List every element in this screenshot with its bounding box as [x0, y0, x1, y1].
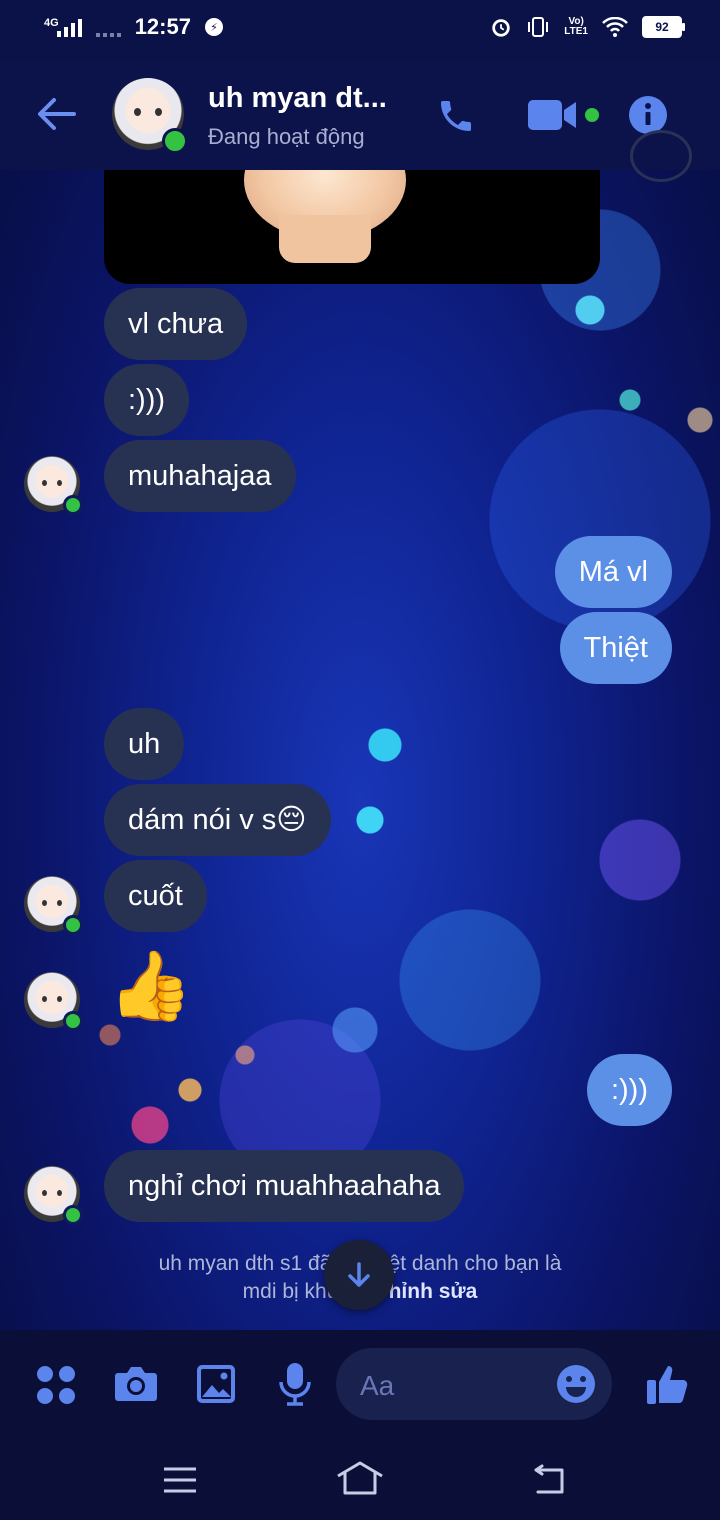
messenger-notification-icon: ⚡ — [204, 18, 223, 36]
home-icon[interactable] — [336, 1460, 384, 1496]
alarm-icon — [492, 19, 510, 37]
message-bubble[interactable]: vl chưa — [104, 288, 248, 360]
system-navigation-bar — [0, 1440, 720, 1520]
message-bubble[interactable]: :))) — [586, 1054, 672, 1126]
info-icon[interactable] — [628, 95, 668, 135]
arrow-down-icon — [348, 1262, 370, 1287]
online-indicator — [63, 1011, 83, 1031]
apps-icon[interactable] — [36, 1365, 76, 1405]
camera-icon[interactable] — [114, 1365, 158, 1403]
chat-header: uh myan dt... Đang hoạt động — [0, 60, 720, 170]
message-bubble[interactable]: nghỉ chơi muahhaahaha — [104, 1150, 465, 1222]
message-bubble[interactable]: uh — [104, 708, 185, 780]
message-composer: Aa — [0, 1330, 720, 1440]
video-online-dot — [585, 108, 599, 122]
menu-icon[interactable] — [162, 1466, 198, 1494]
seen-avatar — [630, 130, 692, 182]
wifi-icon — [602, 17, 628, 37]
message-list[interactable]: vl chưa :))) muhahajaa Má vl Thiệt uh dá… — [0, 130, 720, 1330]
image-icon[interactable] — [196, 1364, 236, 1404]
clock: 12:57 — [134, 14, 191, 39]
online-indicator — [63, 1205, 83, 1225]
microphone-icon[interactable] — [278, 1362, 312, 1406]
message-bubble[interactable]: dám nói v s😔 — [104, 784, 331, 856]
phone-icon[interactable] — [436, 96, 476, 136]
message-bubble[interactable]: Má vl — [554, 536, 672, 608]
vibrate-icon — [528, 17, 549, 37]
network-type: 4G — [44, 17, 59, 29]
back-nav-icon[interactable] — [530, 1464, 568, 1496]
contact-name[interactable]: uh myan dt... — [208, 82, 387, 115]
message-bubble[interactable]: :))) — [104, 364, 190, 436]
message-input-placeholder: Aa — [360, 1370, 395, 1401]
emoji-icon[interactable] — [556, 1364, 596, 1404]
like-icon[interactable] — [646, 1362, 690, 1406]
online-indicator — [162, 128, 188, 154]
like-sticker[interactable]: 👍 — [108, 952, 193, 1020]
video-camera-icon[interactable] — [528, 98, 578, 132]
message-bubble[interactable]: cuốt — [104, 860, 207, 932]
image-message[interactable] — [104, 170, 600, 284]
signal-2-icon — [95, 17, 121, 37]
online-indicator — [63, 495, 83, 515]
message-input[interactable]: Aa — [336, 1348, 612, 1420]
battery-icon: 92 — [642, 16, 685, 38]
message-bubble[interactable]: Thiệt — [559, 612, 672, 684]
volte-icon: Vo) LTE1 — [564, 16, 588, 37]
scroll-to-bottom-button[interactable] — [324, 1240, 394, 1310]
signal-icon — [56, 17, 82, 37]
online-indicator — [63, 915, 83, 935]
status-bar: 4G 12:57 ⚡ Vo) LTE1 92 — [0, 0, 720, 60]
back-arrow-icon[interactable] — [36, 96, 76, 132]
message-bubble[interactable]: muhahajaa — [104, 440, 296, 512]
contact-status: Đang hoạt động — [208, 124, 365, 149]
